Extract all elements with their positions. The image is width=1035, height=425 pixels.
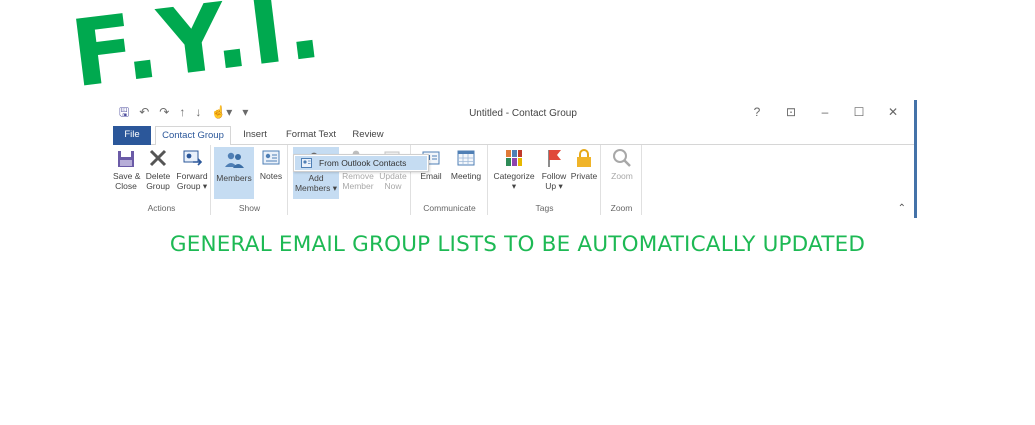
notes-icon <box>262 150 280 165</box>
up-arrow-icon[interactable]: ↑ <box>179 105 185 119</box>
delete-x-icon <box>149 149 167 167</box>
categorize-icon <box>506 150 522 166</box>
private-button[interactable]: Private <box>569 147 599 181</box>
forward-group-button[interactable]: Forward Group ▾ <box>175 147 209 191</box>
categorize-label: Categorize ▾ <box>493 171 535 191</box>
group-tags: Categorize ▾ Follow Up ▾ Private Tags <box>489 145 601 215</box>
touch-mode-icon[interactable]: ☝▾ <box>211 105 232 119</box>
undo-icon[interactable]: ↶ <box>139 105 149 119</box>
meeting-calendar-icon <box>457 150 475 166</box>
address-book-icon <box>301 158 312 168</box>
ribbon: Save & Close Delete Group Forward Group … <box>113 145 914 218</box>
group-label-tags: Tags <box>535 203 554 213</box>
add-members-dropdown: From Outlook Contacts <box>293 154 429 172</box>
minimize-button[interactable]: – <box>808 105 842 119</box>
group-actions: Save & Close Delete Group Forward Group … <box>113 145 211 215</box>
redo-icon[interactable]: ↷ <box>159 105 169 119</box>
forward-group-icon <box>183 150 203 166</box>
meeting-button[interactable]: Meeting <box>448 147 484 181</box>
tab-contact-group[interactable]: Contact Group <box>155 126 231 146</box>
group-zoom: Zoom Zoom <box>602 145 642 215</box>
save-close-label: Save & Close <box>113 171 141 191</box>
title-bar: 🖫 ↶ ↷ ↑ ↓ ☝▾ ▾ Untitled - Contact Group … <box>113 100 914 126</box>
customize-icon[interactable]: ▾ <box>242 105 248 119</box>
follow-up-button[interactable]: Follow Up ▾ <box>539 147 569 191</box>
outlook-contact-group-window: 🖫 ↶ ↷ ↑ ↓ ☝▾ ▾ Untitled - Contact Group … <box>113 100 917 218</box>
meeting-label: Meeting <box>450 171 482 181</box>
maximize-button[interactable]: ☐ <box>842 105 876 119</box>
remove-member-label: Remove Member <box>342 171 374 191</box>
add-members-label: Add Members ▾ <box>294 173 338 193</box>
from-outlook-contacts-item[interactable]: From Outlook Contacts <box>295 156 427 170</box>
ribbon-options-button[interactable]: ⊡ <box>774 105 808 119</box>
members-icon <box>225 152 244 168</box>
save-icon[interactable]: 🖫 <box>119 105 129 119</box>
from-outlook-contacts-label: From Outlook Contacts <box>319 158 407 168</box>
follow-up-label: Follow Up ▾ <box>541 171 567 191</box>
group-label-actions: Actions <box>147 203 176 213</box>
save-close-button[interactable]: Save & Close <box>113 147 141 191</box>
fyi-heading: F.Y.I. <box>65 0 329 109</box>
group-show: Members Notes Show <box>212 145 288 215</box>
help-button[interactable]: ? <box>740 105 774 119</box>
headline: GENERAL EMAIL GROUP LISTS TO BE AUTOMATI… <box>169 232 866 257</box>
lock-icon <box>577 149 591 167</box>
members-button[interactable]: Members <box>214 147 254 199</box>
tab-file[interactable]: File <box>113 126 151 145</box>
group-label-communicate: Communicate <box>423 203 476 213</box>
group-label-zoom: Zoom <box>610 203 633 213</box>
save-close-icon <box>118 151 134 167</box>
follow-up-flag-icon <box>548 150 561 167</box>
magnifier-icon <box>613 149 631 167</box>
group-label-show: Show <box>238 203 261 213</box>
private-label: Private <box>570 171 598 181</box>
down-arrow-icon[interactable]: ↓ <box>195 105 201 119</box>
tab-review[interactable]: Review <box>349 126 387 145</box>
window-controls: ? ⊡ – ☐ ✕ <box>740 105 910 119</box>
zoom-label: Zoom <box>611 171 633 181</box>
delete-group-button[interactable]: Delete Group <box>143 147 173 191</box>
ribbon-tabs: File Contact Group Insert Format Text Re… <box>113 126 914 146</box>
tab-format-text[interactable]: Format Text <box>283 126 339 145</box>
forward-group-label: Forward Group ▾ <box>176 171 208 191</box>
delete-group-label: Delete Group <box>145 171 171 191</box>
close-button[interactable]: ✕ <box>876 105 910 119</box>
notes-button[interactable]: Notes <box>256 147 286 181</box>
zoom-button[interactable]: Zoom <box>606 147 638 181</box>
update-now-label: Update Now <box>379 171 407 191</box>
collapse-ribbon-icon[interactable]: ⌃ <box>898 203 906 214</box>
quick-access-toolbar: 🖫 ↶ ↷ ↑ ↓ ☝▾ ▾ <box>119 105 248 119</box>
notes-label: Notes <box>259 171 283 181</box>
members-label: Members <box>216 173 252 183</box>
email-label: Email <box>420 171 442 181</box>
window-title: Untitled - Contact Group <box>469 108 577 119</box>
categorize-button[interactable]: Categorize ▾ <box>491 147 537 191</box>
tab-insert[interactable]: Insert <box>237 126 273 145</box>
